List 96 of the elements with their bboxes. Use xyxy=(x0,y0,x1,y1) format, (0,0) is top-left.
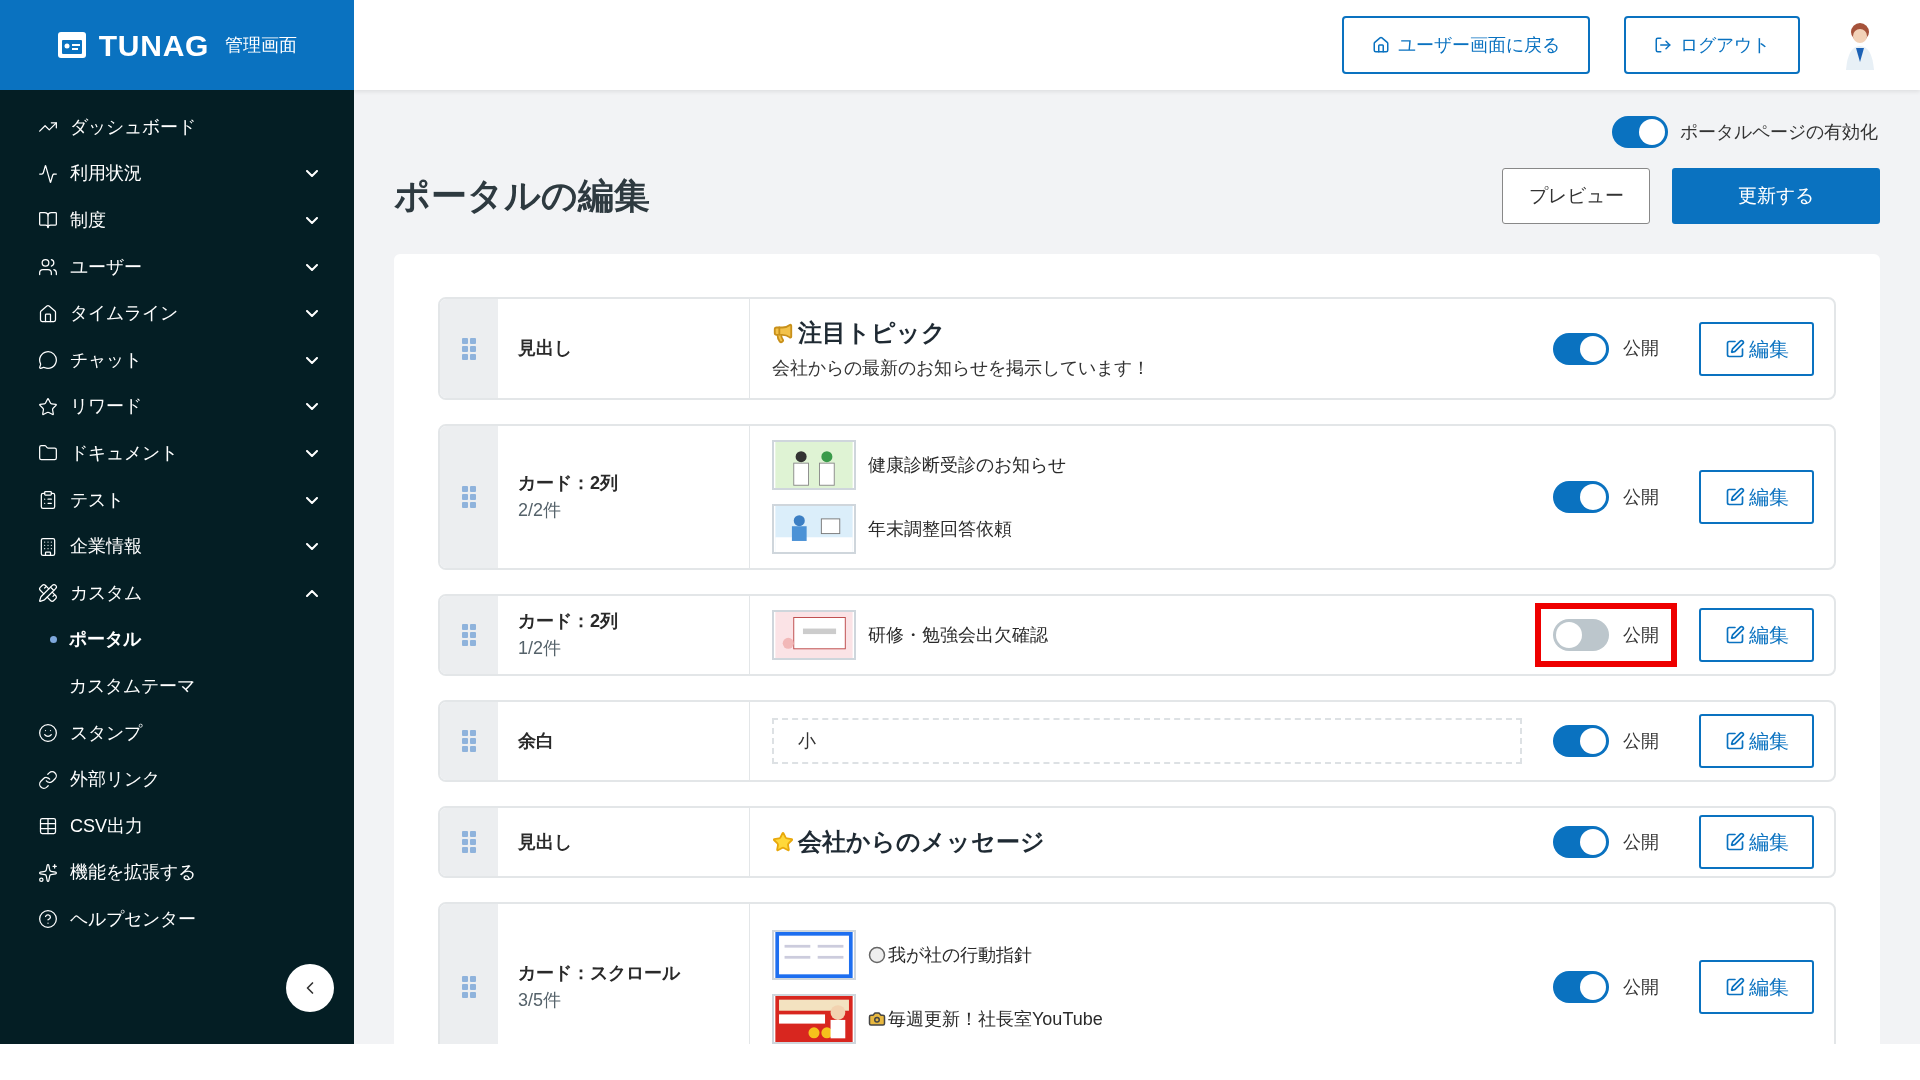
home-icon xyxy=(1372,36,1390,54)
sidebar-item[interactable]: ヘルプセンター xyxy=(38,896,318,943)
publish-label: 公開 xyxy=(1623,975,1659,999)
block-type: 余白 xyxy=(518,729,555,753)
chat-bubble-icon xyxy=(38,350,58,371)
back-to-user-screen-button[interactable]: ユーザー画面に戻る xyxy=(1342,16,1590,74)
book-icon xyxy=(38,210,58,231)
edit-icon xyxy=(1724,977,1745,997)
edit-icon xyxy=(1724,625,1745,645)
block-type: カード：2列 xyxy=(518,610,619,633)
sidebar-item[interactable]: 利用状況 xyxy=(38,150,318,198)
toggle-label: ポータルページの有効化 xyxy=(1680,120,1878,144)
checklist-icon xyxy=(38,490,58,511)
home-icon xyxy=(38,303,58,324)
sidebar-item[interactable]: ユーザー xyxy=(38,243,318,291)
collapse-sidebar-button[interactable] xyxy=(286,964,334,1012)
link-icon xyxy=(38,769,58,790)
logout-button[interactable]: ログアウト xyxy=(1624,16,1800,74)
block-type: カード：スクロール xyxy=(518,962,682,985)
heading-subtitle: 会社からの最新のお知らせを掲示しています！ xyxy=(772,357,1150,380)
heading-title: 会社からのメッセージ xyxy=(798,827,1045,857)
sidebar-item[interactable]: リワード xyxy=(38,383,318,431)
sidebar-item[interactable]: 機能を拡張する xyxy=(38,849,318,897)
publish-label: 公開 xyxy=(1623,729,1659,753)
update-button[interactable]: 更新する xyxy=(1672,168,1880,224)
item-count: 2/2件 xyxy=(518,499,563,522)
publish-label: 公開 xyxy=(1623,485,1659,509)
toggle-switch[interactable] xyxy=(1553,481,1609,513)
sidebar-item[interactable]: 企業情報 xyxy=(38,523,318,570)
megaphone-icon xyxy=(772,322,794,344)
drag-handle-icon[interactable] xyxy=(462,624,476,646)
publish-label: 公開 xyxy=(1623,337,1659,360)
drag-handle-icon[interactable] xyxy=(462,976,476,998)
edit-button[interactable]: 編集 xyxy=(1699,470,1814,524)
spacer-preview: 小 xyxy=(772,718,1522,764)
edit-button[interactable]: 編集 xyxy=(1699,608,1814,662)
item-count: 3/5件 xyxy=(518,989,563,1012)
block-type: カード：2列 xyxy=(518,472,619,495)
drag-handle-icon[interactable] xyxy=(462,337,476,360)
sidebar-item[interactable]: タイムライン xyxy=(38,290,318,337)
sidebar-item[interactable]: カスタム xyxy=(38,569,318,617)
help-icon xyxy=(38,909,58,930)
logout-icon xyxy=(1654,36,1672,54)
edit-icon xyxy=(1724,338,1745,359)
card-title: 我が社の行動指針 xyxy=(888,943,1032,967)
users-icon xyxy=(38,257,58,278)
pencil-ruler-icon xyxy=(38,583,58,604)
drag-handle-icon[interactable] xyxy=(462,486,476,508)
logo-subtitle: 管理画面 xyxy=(225,33,298,57)
item-count: 1/2件 xyxy=(518,637,563,660)
edit-button[interactable]: 編集 xyxy=(1699,714,1814,768)
sidebar-item[interactable]: チャット xyxy=(38,336,318,384)
star-icon xyxy=(38,396,58,417)
camera-icon xyxy=(868,1010,886,1028)
card-title: 健康診断受診のお知らせ xyxy=(868,453,1066,477)
publish-label: 公開 xyxy=(1623,830,1659,854)
sparkle-star-icon xyxy=(38,862,58,883)
sidebar-item[interactable]: ダッシュボード xyxy=(38,104,318,151)
block-type: 見出し xyxy=(518,337,573,360)
publish-label: 公開 xyxy=(1623,623,1659,647)
toggle-switch[interactable] xyxy=(1553,725,1609,757)
table-icon xyxy=(38,816,58,837)
star-icon xyxy=(772,831,794,853)
edit-icon xyxy=(1724,832,1745,852)
pulse-icon xyxy=(38,163,58,184)
edit-button[interactable]: 編集 xyxy=(1699,815,1814,869)
card-title: 年末調整回答依頼 xyxy=(868,517,1012,541)
sidebar-item[interactable]: テスト xyxy=(38,476,318,524)
logo-icon xyxy=(56,31,87,59)
edit-icon xyxy=(1724,731,1745,751)
toggle-switch[interactable] xyxy=(1553,971,1609,1003)
sidebar-subitem[interactable]: カスタムテーマ xyxy=(69,672,195,700)
toggle-switch[interactable] xyxy=(1612,116,1668,148)
sidebar-subitem[interactable]: ポータル xyxy=(69,626,141,654)
sidebar-item[interactable]: 外部リンク xyxy=(38,756,318,803)
toggle-switch[interactable] xyxy=(1553,332,1609,365)
heading-title: 注目トピック xyxy=(798,318,946,348)
preview-button[interactable]: プレビュー xyxy=(1502,168,1650,224)
block-type: 見出し xyxy=(518,830,573,854)
edit-button[interactable]: 編集 xyxy=(1699,321,1814,376)
sidebar-item[interactable]: ドキュメント xyxy=(38,430,318,477)
toggle-switch[interactable] xyxy=(1553,826,1609,858)
building-icon xyxy=(38,536,58,557)
smile-icon xyxy=(38,723,58,743)
logo-text: TUNAG xyxy=(98,27,210,64)
sidebar-item[interactable]: スタンプ xyxy=(38,709,318,757)
page-title: ポータルの編集 xyxy=(394,174,650,218)
drag-handle-icon[interactable] xyxy=(462,730,476,752)
card-title: 毎週更新！社長室YouTube xyxy=(888,1007,1103,1031)
card-title: 研修・勉強会出欠確認 xyxy=(868,623,1048,647)
sidebar-item[interactable]: 制度 xyxy=(38,197,318,244)
sidebar-item[interactable]: CSV出力 xyxy=(38,802,318,850)
toggle-switch[interactable] xyxy=(1553,619,1609,651)
edit-icon xyxy=(1724,487,1745,507)
drag-handle-icon[interactable] xyxy=(462,831,476,853)
edit-button[interactable]: 編集 xyxy=(1699,960,1814,1014)
